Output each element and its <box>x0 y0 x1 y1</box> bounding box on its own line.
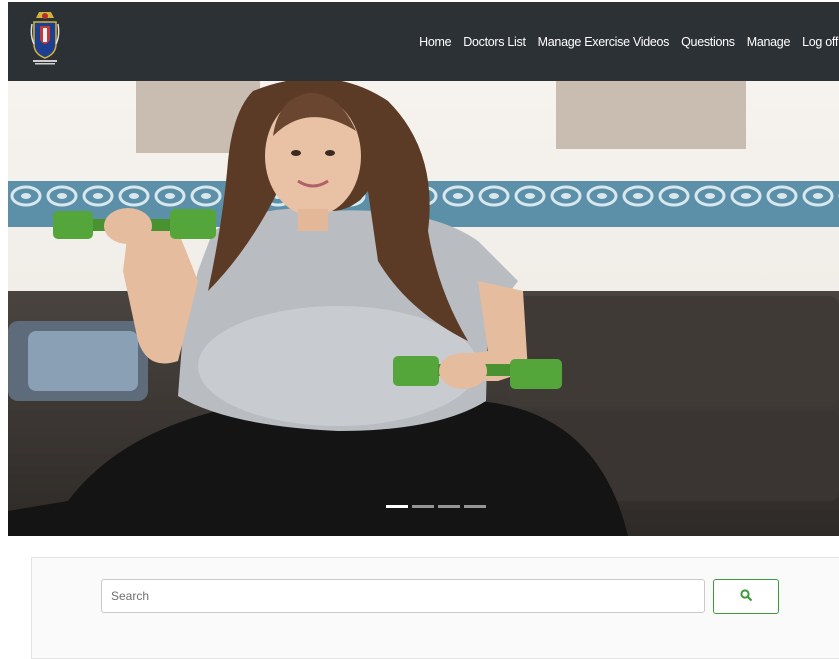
carousel-indicator-1[interactable] <box>386 505 408 508</box>
search-button[interactable] <box>713 579 779 614</box>
main-nav: Home Doctors List Manage Exercise Videos… <box>413 2 839 81</box>
hero-slide-image <box>8 81 839 536</box>
page-left-margin <box>0 0 8 647</box>
hero-carousel[interactable] <box>8 81 839 536</box>
navbar: Home Doctors List Manage Exercise Videos… <box>8 2 839 81</box>
university-logo[interactable] <box>30 10 60 66</box>
carousel-indicator-4[interactable] <box>464 505 486 508</box>
nav-manage[interactable]: Manage <box>741 35 796 49</box>
carousel-indicator-3[interactable] <box>438 505 460 508</box>
search-input[interactable] <box>101 579 705 613</box>
nav-doctors-list[interactable]: Doctors List <box>457 35 531 49</box>
carousel-indicator-2[interactable] <box>412 505 434 508</box>
nav-questions[interactable]: Questions <box>675 35 741 49</box>
search-icon <box>740 589 752 604</box>
nav-manage-exercise-videos[interactable]: Manage Exercise Videos <box>532 35 675 49</box>
carousel-indicators <box>386 505 486 508</box>
nav-log-off[interactable]: Log off <box>796 35 839 49</box>
nav-home[interactable]: Home <box>413 35 457 49</box>
